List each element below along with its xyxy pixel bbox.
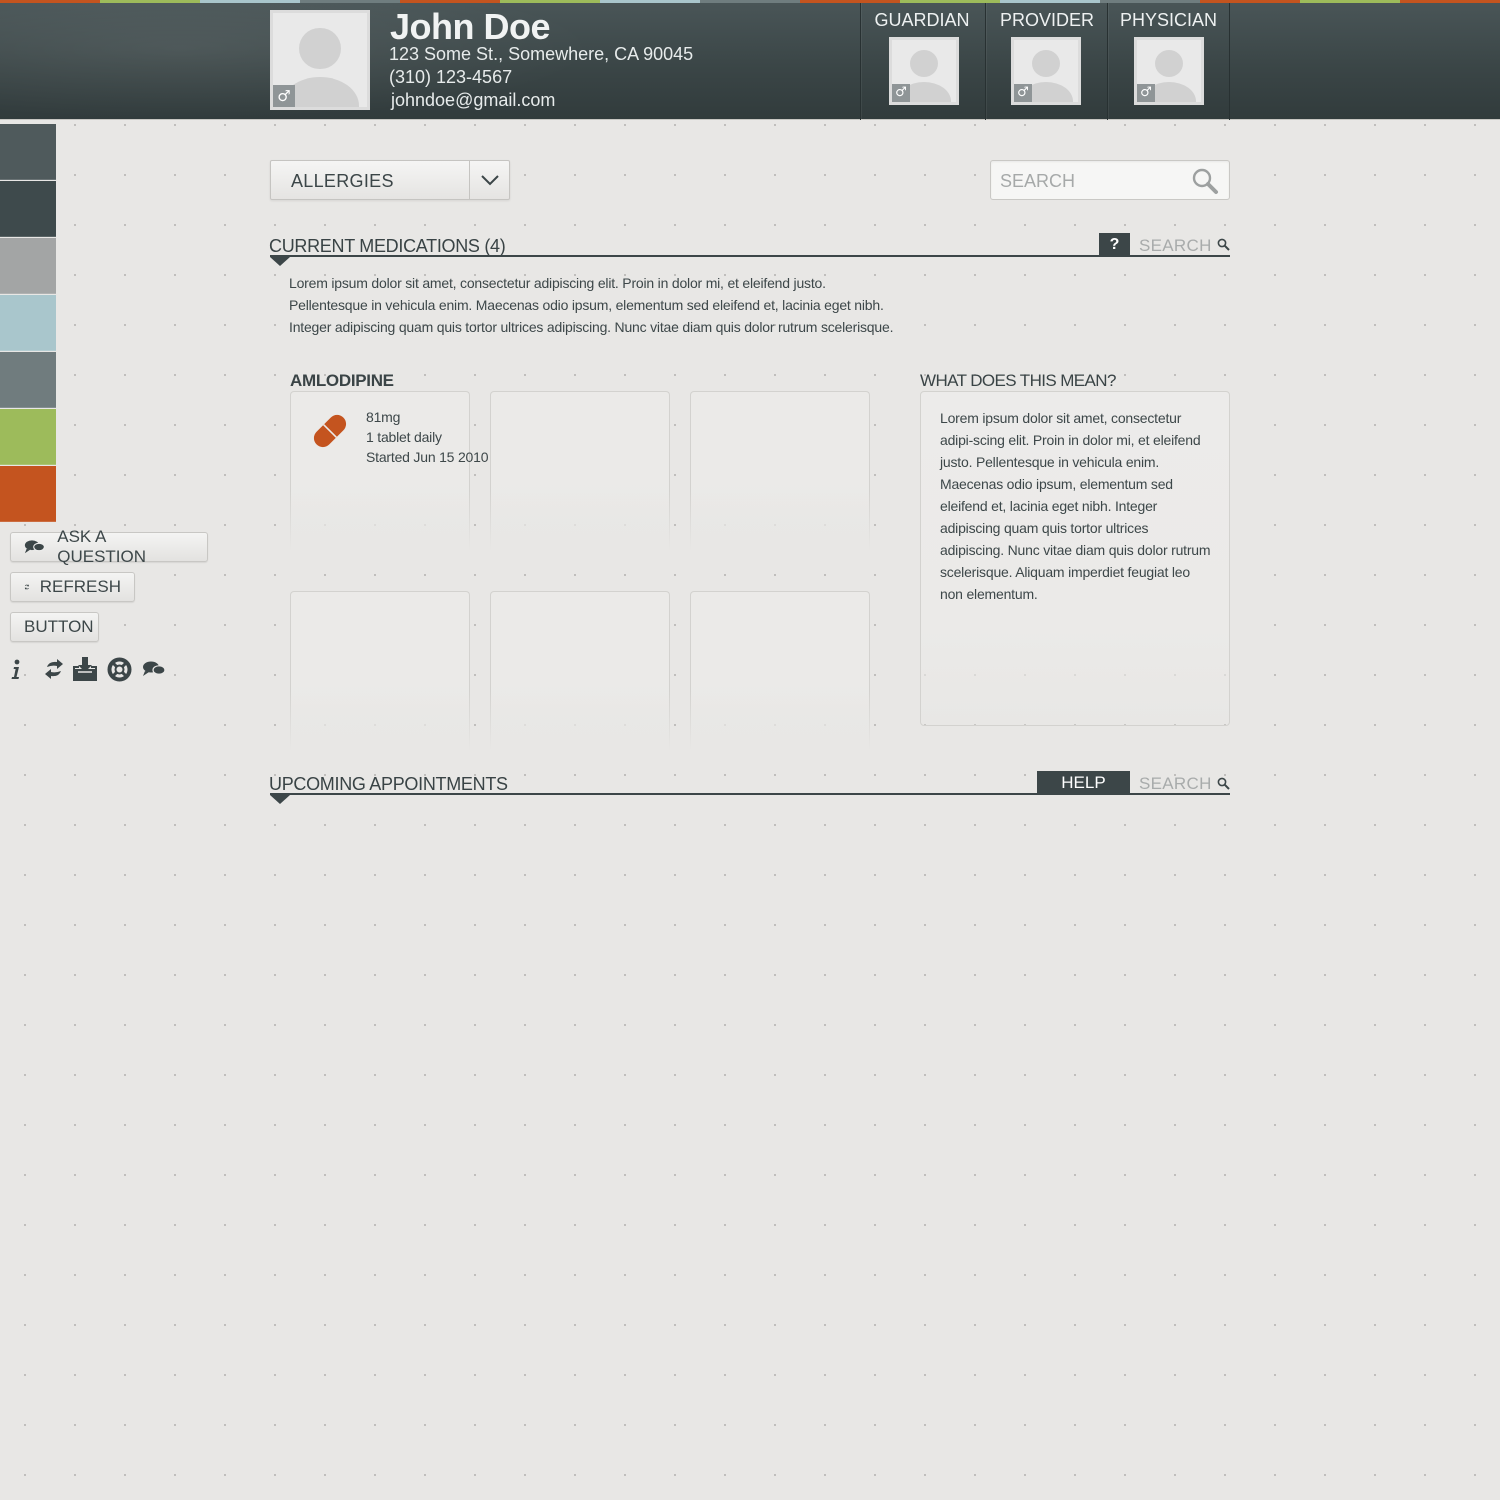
medication-dose: 81mg (366, 409, 401, 425)
male-icon: ♂ (273, 85, 295, 107)
generic-button-label: BUTTON (24, 617, 94, 636)
medication-card-empty[interactable] (490, 391, 670, 551)
color-stripe (0, 0, 1500, 3)
refresh-icon (24, 584, 29, 590)
sidebar-color-tab[interactable] (0, 409, 56, 465)
drug-name: AMLODIPINE (290, 371, 394, 390)
explain-title: WHAT DOES THIS MEAN? (920, 371, 1116, 390)
help-button[interactable]: ? (1099, 233, 1130, 256)
lifebuoy-icon[interactable] (106, 655, 132, 683)
stripe-segment (0, 0, 100, 3)
stripe-segment (800, 0, 900, 3)
medications-intro: Lorem ipsum dolor sit amet, consectetur … (289, 275, 894, 335)
sidebar-color-tab[interactable] (0, 181, 56, 237)
help-button[interactable]: HELP (1037, 771, 1130, 794)
contact-physician[interactable]: PHYSICIAN ♂ (1107, 0, 1230, 120)
avatar-head-silhouette (1154, 49, 1184, 78)
refresh-label: REFRESH (39, 577, 121, 596)
chat-icon[interactable] (142, 655, 166, 683)
explanation-text: Lorem ipsum dolor sit amet, consectetur … (940, 410, 1211, 602)
sidebar-color-tab[interactable] (0, 466, 56, 522)
physician-avatar[interactable]: ♂ (1134, 37, 1204, 105)
contact-label: GUARDIAN (874, 10, 970, 30)
explanation-panel: Lorem ipsum dolor sit amet, consectetur … (920, 391, 1230, 726)
chat-bubbles-icon (24, 540, 45, 554)
stripe-segment (500, 0, 600, 3)
contact-provider[interactable]: PROVIDER ♂ (985, 0, 1108, 120)
medication-card-empty[interactable] (690, 391, 870, 551)
patient-email[interactable]: johndoe@gmail.com (391, 90, 555, 111)
search-icon[interactable] (1217, 238, 1230, 256)
stripe-segment (1300, 0, 1400, 3)
info-icon[interactable] (8, 655, 24, 683)
search-input[interactable] (1000, 170, 1180, 192)
sidebar-color-tab[interactable] (0, 352, 56, 408)
sidebar-color-tab[interactable] (0, 295, 56, 351)
sidebar-color-tab[interactable] (0, 238, 56, 294)
medication-start-date: Started Jun 15 2010 (366, 449, 489, 465)
patient-phone: (310) 123-4567 (389, 67, 513, 87)
stripe-segment (900, 0, 1000, 3)
generic-button[interactable]: BUTTON (10, 612, 99, 642)
stripe-segment (1100, 0, 1200, 3)
search-icon[interactable] (1191, 167, 1219, 200)
stripe-segment (600, 0, 700, 3)
collapse-arrow-icon[interactable] (270, 257, 290, 266)
ask-question-button[interactable]: ASK A QUESTION (10, 527, 208, 566)
contact-label: PROVIDER (999, 10, 1095, 30)
male-icon: ♂ (1137, 84, 1155, 102)
transfer-icon[interactable] (42, 655, 66, 683)
download-icon[interactable] (72, 655, 98, 683)
contact-guardian[interactable]: GUARDIAN ♂ (860, 0, 983, 120)
medication-card-empty[interactable] (290, 591, 470, 751)
stripe-segment (100, 0, 200, 3)
male-icon: ♂ (892, 84, 910, 102)
guardian-avatar[interactable]: ♂ (889, 37, 959, 105)
category-select-value: ALLERGIES (291, 171, 394, 191)
section-search-label[interactable]: SEARCH (1139, 236, 1212, 256)
stripe-segment (700, 0, 800, 3)
contact-label: PHYSICIAN (1119, 10, 1218, 30)
collapse-arrow-icon[interactable] (270, 795, 290, 804)
provider-avatar[interactable]: ♂ (1011, 37, 1081, 105)
medication-card[interactable]: 81mg 1 tablet daily Started Jun 15 2010 (290, 391, 488, 551)
section-divider (270, 793, 1230, 795)
stripe-segment (1200, 0, 1300, 3)
sidebar-color-tab[interactable] (0, 124, 56, 180)
patient-address: 123 Some St., Somewhere, CA 90045 (389, 44, 694, 64)
section-divider (270, 255, 1230, 257)
stripe-segment (200, 0, 300, 3)
medication-card-empty[interactable] (690, 591, 870, 751)
medication-frequency: 1 tablet daily (366, 429, 442, 445)
medications-section-title: CURRENT MEDICATIONS (4) (269, 236, 506, 256)
male-icon: ♂ (1014, 84, 1032, 102)
pill-icon (309, 410, 351, 457)
category-select[interactable]: ALLERGIES (270, 160, 510, 200)
patient-name: John Doe (390, 6, 551, 47)
section-search-label[interactable]: SEARCH (1139, 774, 1212, 794)
appointments-section-title: UPCOMING APPOINTMENTS (269, 774, 508, 794)
avatar-head-silhouette (909, 49, 939, 78)
stripe-segment (1400, 0, 1500, 3)
stripe-segment (300, 0, 400, 3)
refresh-button[interactable]: REFRESH (10, 572, 135, 602)
search-field[interactable] (990, 160, 1230, 200)
medication-card-empty[interactable] (490, 591, 670, 751)
profile-header: ♂ John Doe 123 Some St., Somewhere, CA 9… (0, 0, 1500, 120)
avatar-head-silhouette (299, 28, 341, 70)
stripe-segment (1000, 0, 1100, 3)
avatar-head-silhouette (1031, 49, 1061, 78)
chevron-down-icon[interactable] (469, 161, 509, 199)
stripe-segment (400, 0, 500, 3)
ask-question-label: ASK A QUESTION (57, 527, 147, 566)
patient-avatar[interactable]: ♂ (270, 10, 370, 110)
